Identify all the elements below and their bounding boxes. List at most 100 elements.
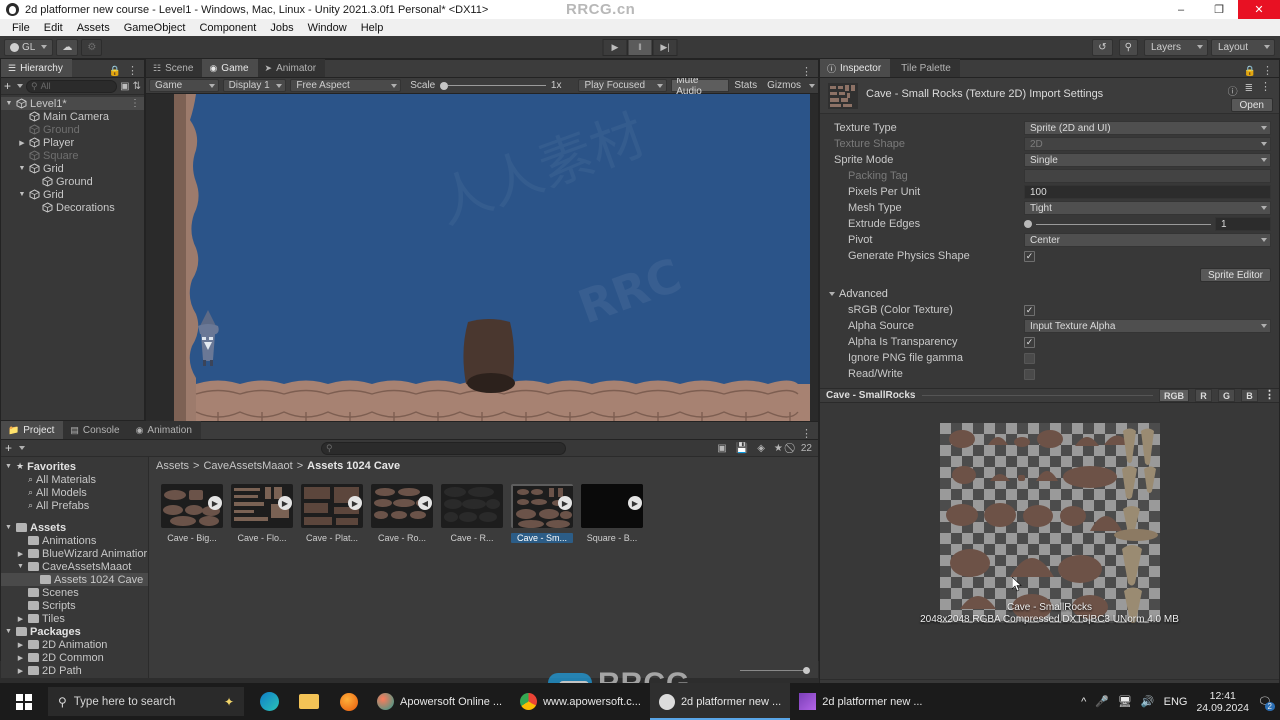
taskbar-task-unity[interactable]: 2d platformer new ... — [649, 683, 791, 720]
hierarchy-item-grid[interactable]: ▼ Grid — [1, 162, 144, 175]
stats-toggle[interactable]: Stats — [729, 80, 762, 91]
slider-extrude-edges[interactable]: 1 — [1024, 217, 1271, 231]
help-icon[interactable]: ⓘ — [1228, 83, 1238, 98]
asset-expand-badge[interactable]: ▶ — [208, 496, 222, 510]
target-display-dropdown[interactable]: Game — [149, 79, 219, 92]
preset-icon[interactable]: ≣ — [1245, 83, 1253, 98]
project-tree-item-animations[interactable]: Animations — [1, 534, 148, 547]
start-button[interactable] — [0, 683, 48, 720]
checkbox-read-write[interactable] — [1024, 368, 1035, 380]
taskbar-task-apowersoft[interactable]: Apowersoft Online ... — [368, 683, 511, 720]
chevron-down-icon[interactable] — [19, 446, 26, 450]
dropdown-mesh-type[interactable]: Tight — [1024, 201, 1271, 215]
project-tree-item-all-prefabs[interactable]: ⌕ All Prefabs — [1, 499, 148, 512]
project-search-input[interactable]: ⚲ — [321, 441, 566, 455]
asset-expand-badge[interactable]: ◀ — [418, 496, 432, 510]
project-tree-item-assets[interactable]: ▼ Assets — [1, 521, 148, 534]
sprite-editor-button[interactable]: Sprite Editor — [1199, 268, 1271, 282]
language-indicator[interactable]: ENG — [1164, 696, 1188, 708]
menu-item-component[interactable]: Component — [192, 21, 263, 35]
checkbox-generate-physics-shape[interactable]: ✓ — [1024, 250, 1035, 262]
chevron-down-icon[interactable] — [17, 84, 24, 88]
kebab-icon[interactable]: ⋮ — [1262, 66, 1273, 77]
channel-button-g[interactable]: G — [1217, 389, 1235, 402]
packages-icon[interactable]: ▣ — [717, 443, 726, 454]
menu-item-file[interactable]: File — [5, 21, 37, 35]
expand-arrow-open-icon[interactable]: ▼ — [4, 524, 13, 531]
checkbox-alpha-is-transparency[interactable]: ✓ — [1024, 336, 1035, 348]
cloud-button[interactable]: ☁ — [56, 38, 79, 56]
expand-arrow-open-icon[interactable]: ▼ — [16, 563, 25, 570]
tab-tile-palette[interactable]: Tile Palette — [890, 59, 960, 77]
project-tree-item-2d-path[interactable]: ▶ 2D Path — [1, 664, 148, 677]
channel-button-rgb[interactable]: RGB — [1158, 389, 1189, 402]
expand-arrow-closed-icon[interactable]: ▶ — [18, 139, 26, 147]
slider-value[interactable]: 1 — [1215, 217, 1271, 231]
aspect-dropdown[interactable]: Free Aspect — [290, 79, 402, 92]
tab-inspector[interactable]: ⓘ Inspector — [820, 59, 891, 77]
services-button[interactable]: ⚙ — [81, 38, 103, 56]
hierarchy-item-ground[interactable]: Ground — [1, 175, 144, 188]
hierarchy-item-level1-[interactable]: ▼ Level1* ⋮ — [1, 97, 144, 110]
play-mode-dropdown[interactable]: Play Focused — [578, 79, 668, 92]
step-button[interactable]: ▶| — [652, 38, 678, 56]
label-icon[interactable]: ◈ — [757, 443, 765, 454]
add-gameobject-button[interactable]: + — [4, 79, 11, 93]
kebab-icon[interactable]: ⋮ — [127, 66, 138, 77]
tab-hierarchy[interactable]: ☰ Hierarchy — [1, 59, 72, 77]
kebab-icon[interactable]: ⋮ — [1260, 82, 1271, 98]
expand-arrow-open-icon[interactable]: ▼ — [5, 100, 13, 107]
expand-arrow-closed-icon[interactable]: ▶ — [16, 641, 25, 649]
checkbox-srgb-color-texture-[interactable]: ✓ — [1024, 304, 1035, 316]
sort-icon[interactable]: ⇅ — [133, 81, 141, 92]
asset-expand-badge[interactable]: ▶ — [278, 496, 292, 510]
project-tree-item-packages[interactable]: ▼ Packages — [1, 625, 148, 638]
expand-arrow-closed-icon[interactable]: ▶ — [16, 654, 25, 662]
menu-item-edit[interactable]: Edit — [37, 21, 70, 35]
clock[interactable]: 12:41 24.09.2024 — [1196, 690, 1249, 714]
asset-item[interactable]: ▶ Cave - Big... — [161, 484, 223, 543]
texture-preview[interactable]: Cave - SmallRocks 2048x2048 RGBA Compres… — [820, 403, 1279, 627]
project-tree-item-2d-animation[interactable]: ▶ 2D Animation — [1, 638, 148, 651]
tab-game[interactable]: ◉ Game — [202, 59, 258, 77]
edge-icon[interactable] — [250, 683, 288, 720]
hierarchy-item-player[interactable]: ▶ Player — [1, 136, 144, 149]
menu-item-gameobject[interactable]: GameObject — [117, 21, 193, 35]
expand-arrow-closed-icon[interactable]: ▶ — [16, 667, 25, 675]
expand-arrow-closed-icon[interactable]: ▶ — [16, 550, 25, 558]
project-tree-item-caveassetsmaaot[interactable]: ▼ CaveAssetsMaaot — [1, 560, 148, 573]
tab-project[interactable]: 📁 Project — [1, 421, 64, 439]
advanced-section-header[interactable]: Advanced — [820, 286, 1279, 302]
expand-arrow-open-icon[interactable]: ▼ — [4, 463, 13, 470]
taskbar-task-apowersoft-web[interactable]: www.apowersoft.c... — [511, 683, 650, 720]
tab-scene[interactable]: ☷ Scene — [146, 59, 203, 77]
menu-item-help[interactable]: Help — [354, 21, 391, 35]
menu-item-assets[interactable]: Assets — [70, 21, 117, 35]
input-pixels-per-unit[interactable]: 100 — [1024, 185, 1271, 199]
channel-button-b[interactable]: B — [1241, 389, 1258, 402]
layers-dropdown[interactable]: Layers — [1144, 38, 1208, 56]
save-search-icon[interactable]: 💾 — [736, 443, 748, 454]
checkbox-ignore-png-file-gamma[interactable] — [1024, 352, 1035, 364]
close-button[interactable]: ✕ — [1238, 0, 1280, 19]
asset-expand-badge[interactable]: ▶ — [348, 496, 362, 510]
undo-history-button[interactable]: ↺ — [1092, 38, 1113, 56]
dropdown-texture-shape[interactable]: 2D — [1024, 137, 1271, 151]
project-tree-item-scenes[interactable]: Scenes — [1, 586, 148, 599]
expand-arrow-open-icon[interactable]: ▼ — [4, 628, 13, 635]
notification-icon[interactable]: 🗨 2 — [1258, 695, 1275, 711]
minimize-button[interactable]: – — [1162, 0, 1200, 19]
firefox-icon[interactable] — [330, 683, 368, 720]
expand-arrow-open-icon[interactable]: ▼ — [18, 165, 26, 172]
project-tree-item-2d-common[interactable]: ▶ 2D Common — [1, 651, 148, 664]
dropdown-texture-type[interactable]: Sprite (2D and UI) — [1024, 121, 1271, 135]
hierarchy-item-grid[interactable]: ▼ Grid — [1, 188, 144, 201]
tab-console[interactable]: ▤ Console — [63, 421, 129, 439]
menu-item-jobs[interactable]: Jobs — [263, 21, 300, 35]
expand-arrow-closed-icon[interactable]: ▶ — [16, 615, 25, 623]
dropdown-pivot[interactable]: Center — [1024, 233, 1271, 247]
open-button[interactable]: Open — [1230, 98, 1273, 112]
volume-icon[interactable]: 🔊 — [1141, 695, 1155, 708]
network-icon[interactable]: 🖥 — [1118, 695, 1132, 708]
maximize-button[interactable]: ❐ — [1200, 0, 1238, 19]
